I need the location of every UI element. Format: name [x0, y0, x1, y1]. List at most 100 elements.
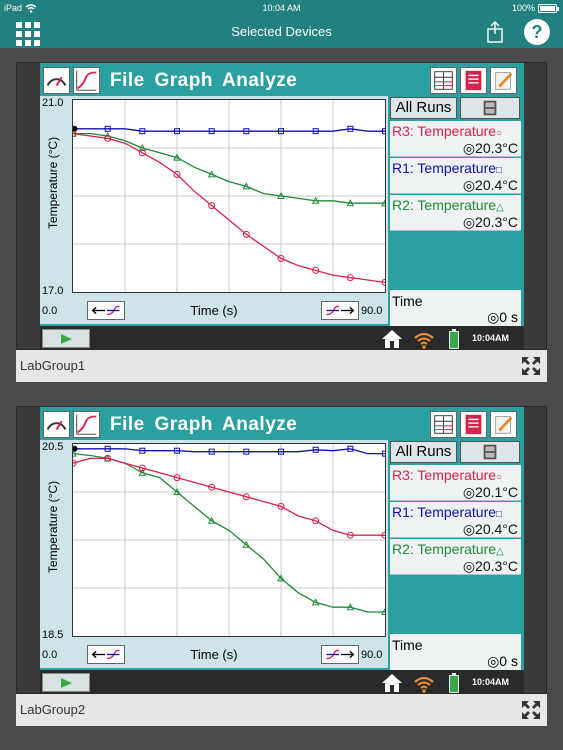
y-axis-min[interactable]: 18.5 [42, 629, 63, 641]
meter-label: Time [392, 293, 423, 309]
status-time: 10:04 AM [262, 3, 301, 13]
nav-bar: Selected Devices ? [0, 16, 563, 48]
share-icon[interactable] [484, 20, 506, 44]
bottom-bar: 10:04AM [40, 326, 524, 351]
meter-run2[interactable]: R2: Temperature△ ◎20.3°C [390, 539, 521, 575]
scroll-left-button[interactable] [87, 645, 125, 664]
meter-value: ◎20.1°C [462, 484, 518, 500]
battery-percent: 100% [511, 3, 535, 13]
meter-label: R2: Temperature [392, 541, 497, 557]
plot-area[interactable] [69, 99, 389, 293]
app-menu-title[interactable]: File Graph Analyze [110, 414, 297, 436]
device-panel-2: File Graph Analyze Temperature (°C) 20.5… [16, 406, 547, 726]
meter-time[interactable]: Time ◎0 s [390, 290, 521, 326]
home-icon[interactable] [380, 328, 404, 350]
meter-run1[interactable]: R1: Temperature□ ◎20.4°C [390, 158, 521, 194]
status-right: 100% [511, 3, 559, 13]
meter-label: R2: Temperature [392, 197, 497, 213]
device-name-label: LabGroup1 [20, 358, 86, 373]
meters-panel: All Runs R3: Temperature○ ◎20.1°C R1: Te… [390, 440, 521, 670]
temperature-chart[interactable] [69, 100, 389, 292]
triangle-marker-icon: △ [496, 202, 504, 213]
meter-label: R3: Temperature [392, 123, 497, 139]
scroll-right-button[interactable] [321, 301, 359, 320]
y-axis-min[interactable]: 17.0 [42, 285, 63, 297]
triangle-marker-icon: △ [496, 546, 504, 557]
y-axis-max[interactable]: 20.5 [42, 441, 63, 453]
device-caption-bar[interactable]: LabGroup2 [16, 694, 547, 726]
wifi-icon[interactable] [412, 328, 436, 350]
all-runs-button[interactable]: All Runs [390, 441, 457, 463]
meter-value: ◎20.3°C [462, 140, 518, 156]
notebook-icon[interactable] [460, 67, 487, 94]
labquest-screen: File Graph Analyze [40, 407, 524, 695]
meter-value: ◎0 s [487, 653, 518, 669]
meter-label: Time [392, 637, 423, 653]
file-cabinet-icon[interactable] [460, 97, 520, 119]
device-panel-1: File Graph Analyze Temperature (°C) 21.0… [16, 62, 547, 382]
meter-value: ◎20.4°C [462, 521, 518, 537]
battery-icon [538, 3, 559, 13]
device-caption-bar[interactable]: LabGroup1 [16, 350, 547, 382]
device-screen: File Graph Analyze [16, 62, 547, 351]
meter-value: ◎20.4°C [462, 177, 518, 193]
graph-icon[interactable] [73, 67, 100, 94]
cursor-point [72, 446, 78, 452]
pencil-icon[interactable] [490, 67, 517, 94]
collect-button[interactable] [42, 329, 90, 348]
square-marker-icon: □ [496, 165, 503, 176]
page-title: Selected Devices [231, 24, 332, 39]
device-name-label: LabGroup2 [20, 702, 86, 717]
scroll-left-button[interactable] [87, 301, 125, 320]
collect-button[interactable] [42, 673, 90, 692]
meter-run3[interactable]: R3: Temperature○ ◎20.1°C [390, 465, 521, 501]
status-bar: iPad 10:04 AM 100% [0, 0, 563, 16]
graph-icon[interactable] [73, 411, 100, 438]
meter-label: R1: Temperature [392, 504, 497, 520]
file-cabinet-icon[interactable] [460, 441, 520, 463]
battery-level-icon [449, 673, 459, 693]
square-marker-icon: □ [496, 509, 503, 520]
table-icon[interactable] [430, 411, 457, 438]
meter-time[interactable]: Time ◎0 s [390, 634, 521, 670]
meter-run1[interactable]: R1: Temperature□ ◎20.4°C [390, 502, 521, 538]
meter-label: R3: Temperature [392, 467, 497, 483]
expand-icon[interactable] [519, 698, 543, 722]
y-axis-label: Temperature (°C) [46, 136, 60, 230]
meter-label: R1: Temperature [392, 160, 497, 176]
app-titlebar: File Graph Analyze [40, 409, 524, 440]
notebook-icon[interactable] [460, 411, 487, 438]
device-clock: 10:04AM [472, 333, 510, 343]
expand-icon[interactable] [519, 354, 543, 378]
labquest-screen: File Graph Analyze [40, 63, 524, 351]
device-screen: File Graph Analyze [16, 406, 547, 695]
bottom-bar: 10:04AM [40, 670, 524, 695]
temperature-chart[interactable] [69, 444, 389, 636]
cursor-point [72, 126, 78, 132]
meter-icon[interactable] [43, 411, 70, 438]
wifi-icon[interactable] [412, 672, 436, 694]
scroll-right-button[interactable] [321, 645, 359, 664]
home-icon[interactable] [380, 672, 404, 694]
circle-marker-icon: ○ [496, 128, 503, 139]
graph-panel: Temperature (°C) 20.5 18.5 0.0 Time (s) [40, 440, 389, 668]
graph-panel: Temperature (°C) 21.0 17.0 0.0 Time (s) [40, 96, 389, 324]
circle-marker-icon: ○ [496, 472, 503, 483]
meters-panel: All Runs R3: Temperature○ ◎20.3°C R1: Te… [390, 96, 521, 326]
meter-value: ◎20.3°C [462, 214, 518, 230]
meter-run2[interactable]: R2: Temperature△ ◎20.3°C [390, 195, 521, 231]
meter-run3[interactable]: R3: Temperature○ ◎20.3°C [390, 121, 521, 157]
app-titlebar: File Graph Analyze [40, 65, 524, 96]
table-icon[interactable] [430, 67, 457, 94]
pencil-icon[interactable] [490, 411, 517, 438]
meter-icon[interactable] [43, 67, 70, 94]
help-icon[interactable]: ? [524, 19, 550, 45]
meter-value: ◎0 s [487, 309, 518, 325]
app-menu-title[interactable]: File Graph Analyze [110, 70, 297, 92]
x-axis-max[interactable]: 90.0 [361, 649, 382, 661]
all-runs-button[interactable]: All Runs [390, 97, 457, 119]
plot-area[interactable] [69, 443, 389, 637]
y-axis-max[interactable]: 21.0 [42, 97, 63, 109]
battery-level-icon [449, 329, 459, 349]
x-axis-max[interactable]: 90.0 [361, 305, 382, 317]
